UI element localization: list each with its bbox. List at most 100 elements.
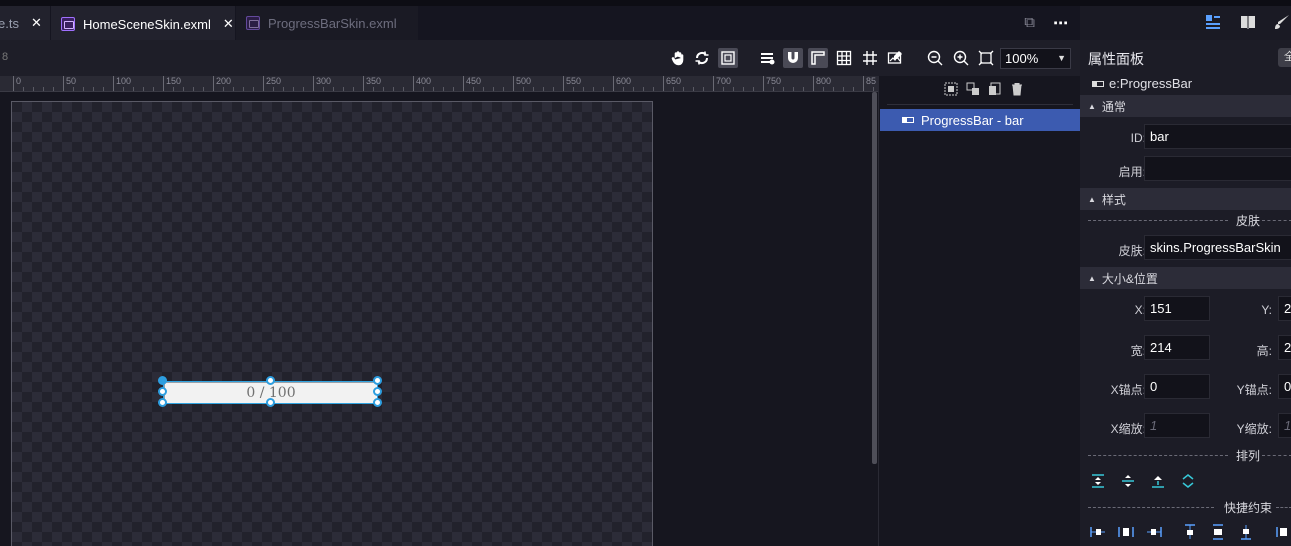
distribute-bottom-icon[interactable]	[1150, 473, 1166, 492]
distribute-center-icon[interactable]	[1120, 473, 1136, 492]
x-label: X:	[1134, 303, 1146, 317]
layer-item-progressbar[interactable]: ProgressBar - bar	[880, 109, 1080, 131]
fit-icon[interactable]	[718, 48, 738, 68]
properties-tab-icon[interactable]	[1205, 14, 1221, 35]
tab-ts-file[interactable]: e.ts ✕	[0, 6, 50, 40]
editor-tab-bar: e.ts ✕ HomeSceneSkin.exml ✕ ProgressBarS…	[0, 0, 1080, 40]
resize-handle[interactable]	[158, 376, 167, 385]
progressbar-icon	[1092, 80, 1104, 87]
constraint-icons	[1090, 524, 1290, 543]
select-all-icon[interactable]	[944, 82, 958, 99]
stage-area[interactable]: 0 / 100	[11, 101, 653, 546]
height-label: 高:	[1256, 344, 1272, 358]
width-field[interactable]: 214	[1144, 335, 1210, 360]
y-anchor-label: Y锚点:	[1236, 383, 1272, 397]
design-toolbar: 8 100% ▼	[0, 40, 1080, 76]
y-field[interactable]: 2	[1278, 296, 1291, 321]
section-general[interactable]: ▲ 通常	[1080, 95, 1291, 117]
zoom-value: 100%	[1005, 51, 1039, 66]
resize-handle[interactable]	[373, 376, 382, 385]
grid-icon[interactable]	[834, 48, 854, 68]
section-title: 通常	[1101, 99, 1126, 114]
constraint-subheader: 快捷约束	[1080, 500, 1291, 515]
tab-label: e.ts	[0, 15, 19, 31]
design-canvas[interactable]: 0 / 100	[0, 92, 878, 546]
image-edit-icon[interactable]	[885, 48, 905, 68]
corner-icon[interactable]	[808, 48, 828, 68]
resize-handle[interactable]	[373, 398, 382, 407]
resize-handle[interactable]	[158, 387, 167, 396]
constraint-hcenter-icon[interactable]	[1118, 524, 1134, 543]
resize-handle[interactable]	[373, 387, 382, 396]
vertical-scrollbar[interactable]	[872, 92, 877, 464]
constraint-fill-icon[interactable]	[1274, 524, 1290, 543]
group-icon[interactable]	[966, 82, 980, 99]
x-scale-label: X缩放:	[1110, 422, 1146, 436]
hash-icon[interactable]	[860, 48, 880, 68]
right-panel-tabs	[1080, 0, 1291, 40]
resize-handle[interactable]	[266, 398, 275, 407]
y-label: Y:	[1261, 303, 1272, 317]
constraint-right-icon[interactable]	[1146, 524, 1162, 543]
panel-title-button[interactable]: 全	[1278, 48, 1291, 67]
exml-file-icon	[246, 16, 260, 30]
skin-field[interactable]: skins.ProgressBarSkin	[1144, 235, 1291, 260]
x-anchor-field[interactable]: 0	[1144, 374, 1210, 399]
id-field[interactable]: bar	[1144, 124, 1291, 149]
chevron-down-icon: ▼	[1057, 53, 1066, 63]
fit-screen-icon[interactable]	[976, 48, 996, 68]
section-size-position[interactable]: ▲ 大小&位置	[1080, 267, 1291, 289]
panel-title: 属性面板	[1088, 51, 1144, 67]
x-field[interactable]: 151	[1144, 296, 1210, 321]
tab-label: HomeSceneSkin.exml	[83, 16, 211, 32]
close-icon[interactable]: ✕	[223, 16, 234, 32]
width-label: 宽:	[1130, 344, 1146, 358]
close-icon[interactable]: ✕	[31, 15, 42, 31]
zoom-out-icon[interactable]	[925, 48, 945, 68]
distribute-top-icon[interactable]	[1090, 473, 1106, 492]
brush-icon[interactable]	[1274, 14, 1290, 35]
constraint-left-icon[interactable]	[1090, 524, 1106, 543]
x-scale-field[interactable]: 1	[1144, 413, 1210, 438]
y-scale-label: Y缩放:	[1236, 422, 1272, 436]
component-type-label: e:ProgressBar	[1109, 76, 1193, 91]
exml-file-icon	[61, 17, 75, 31]
section-title: 大小&位置	[1101, 271, 1158, 286]
more-actions-icon[interactable]: ⋯	[1053, 14, 1068, 32]
zoom-in-icon[interactable]	[951, 48, 971, 68]
layers-icon[interactable]	[757, 48, 777, 68]
x-anchor-label: X锚点:	[1110, 383, 1146, 397]
id-label: ID:	[1130, 131, 1146, 145]
enable-field[interactable]	[1144, 156, 1291, 181]
ruler-tick: 0	[13, 76, 21, 91]
zoom-select[interactable]: 100% ▼	[1000, 48, 1071, 69]
tab-label: ProgressBarSkin.exml	[268, 15, 397, 31]
resize-handle[interactable]	[266, 376, 275, 385]
magnet-icon[interactable]	[783, 48, 803, 68]
progressbar-icon	[902, 117, 914, 123]
copy-icon[interactable]	[988, 82, 1002, 99]
resize-handle[interactable]	[158, 398, 167, 407]
arrange-subheader: 排列	[1080, 448, 1291, 463]
y-scale-field[interactable]: 1	[1278, 413, 1291, 438]
constraint-bottom-icon[interactable]	[1238, 524, 1254, 543]
hand-icon[interactable]	[668, 48, 688, 68]
skin-label: 皮肤:	[1118, 244, 1146, 258]
properties-panel: 属性面板 全 e:ProgressBar ▲ 通常 ID: bar 启用: ▲ …	[1080, 40, 1291, 546]
tab-homesceneskin[interactable]: HomeSceneSkin.exml ✕	[51, 6, 235, 40]
refresh-icon[interactable]	[692, 48, 712, 68]
constraint-vcenter-icon[interactable]	[1210, 524, 1226, 543]
book-icon[interactable]	[1240, 14, 1256, 35]
tab-progressbarskin[interactable]: ProgressBarSkin.exml	[236, 6, 418, 40]
collapse-triangle-icon: ▲	[1088, 194, 1096, 204]
split-editor-icon[interactable]: ⧉	[1024, 14, 1035, 32]
horizontal-ruler: 0 50 100 150 200 250 300 350 400 450 500 550 600 650 7…	[0, 76, 878, 92]
component-type: e:ProgressBar	[1092, 76, 1192, 91]
y-anchor-field[interactable]: 0	[1278, 374, 1291, 399]
constraint-top-icon[interactable]	[1182, 524, 1198, 543]
height-field[interactable]: 2	[1278, 335, 1291, 360]
trash-icon[interactable]	[1010, 82, 1024, 99]
distribute-spacing-icon[interactable]	[1180, 473, 1196, 492]
arrange-icons	[1090, 473, 1196, 492]
section-style[interactable]: ▲ 样式	[1080, 188, 1291, 210]
